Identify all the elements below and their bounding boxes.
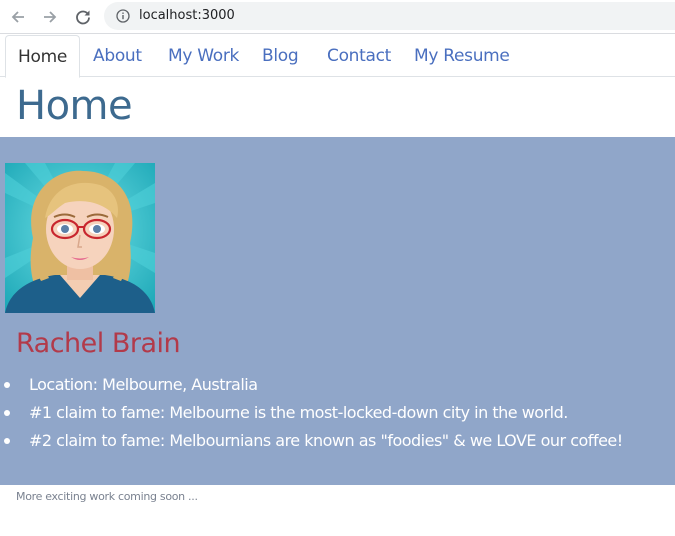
reload-icon	[76, 10, 90, 25]
footer-note: More exciting work coming soon ...	[16, 490, 198, 503]
tab-home[interactable]: Home	[5, 35, 81, 78]
browser-toolbar: localhost:3000	[0, 0, 675, 34]
profile-name: Rachel Brain	[16, 328, 181, 359]
forward-button[interactable]	[38, 5, 62, 29]
profile-panel: Rachel Brain Location: Melbourne, Austra…	[0, 137, 675, 485]
tab-contact[interactable]: Contact	[327, 35, 391, 77]
tab-about[interactable]: About	[93, 35, 142, 77]
back-button[interactable]	[6, 5, 30, 29]
avatar-illustration	[5, 163, 155, 313]
facts-list: Location: Melbourne, Australia #1 claim …	[0, 371, 675, 455]
arrow-left-icon	[11, 11, 24, 23]
list-item: #2 claim to fame: Melbournians are known…	[4, 427, 675, 455]
tab-my-work[interactable]: My Work	[168, 35, 239, 77]
address-bar[interactable]: localhost:3000	[104, 2, 675, 30]
site-navigation: Home About My Work Blog Contact My Resum…	[0, 35, 675, 78]
reload-button[interactable]	[71, 5, 95, 29]
list-item: #1 claim to fame: Melbourne is the most-…	[4, 399, 675, 427]
page-title: Home	[16, 83, 133, 129]
arrow-right-icon	[44, 11, 57, 23]
tab-my-resume[interactable]: My Resume	[414, 35, 510, 77]
tab-blog[interactable]: Blog	[262, 35, 299, 77]
list-item: Location: Melbourne, Australia	[4, 371, 675, 399]
avatar	[5, 163, 155, 313]
info-icon[interactable]	[116, 9, 130, 23]
url-text: localhost:3000	[139, 8, 235, 23]
